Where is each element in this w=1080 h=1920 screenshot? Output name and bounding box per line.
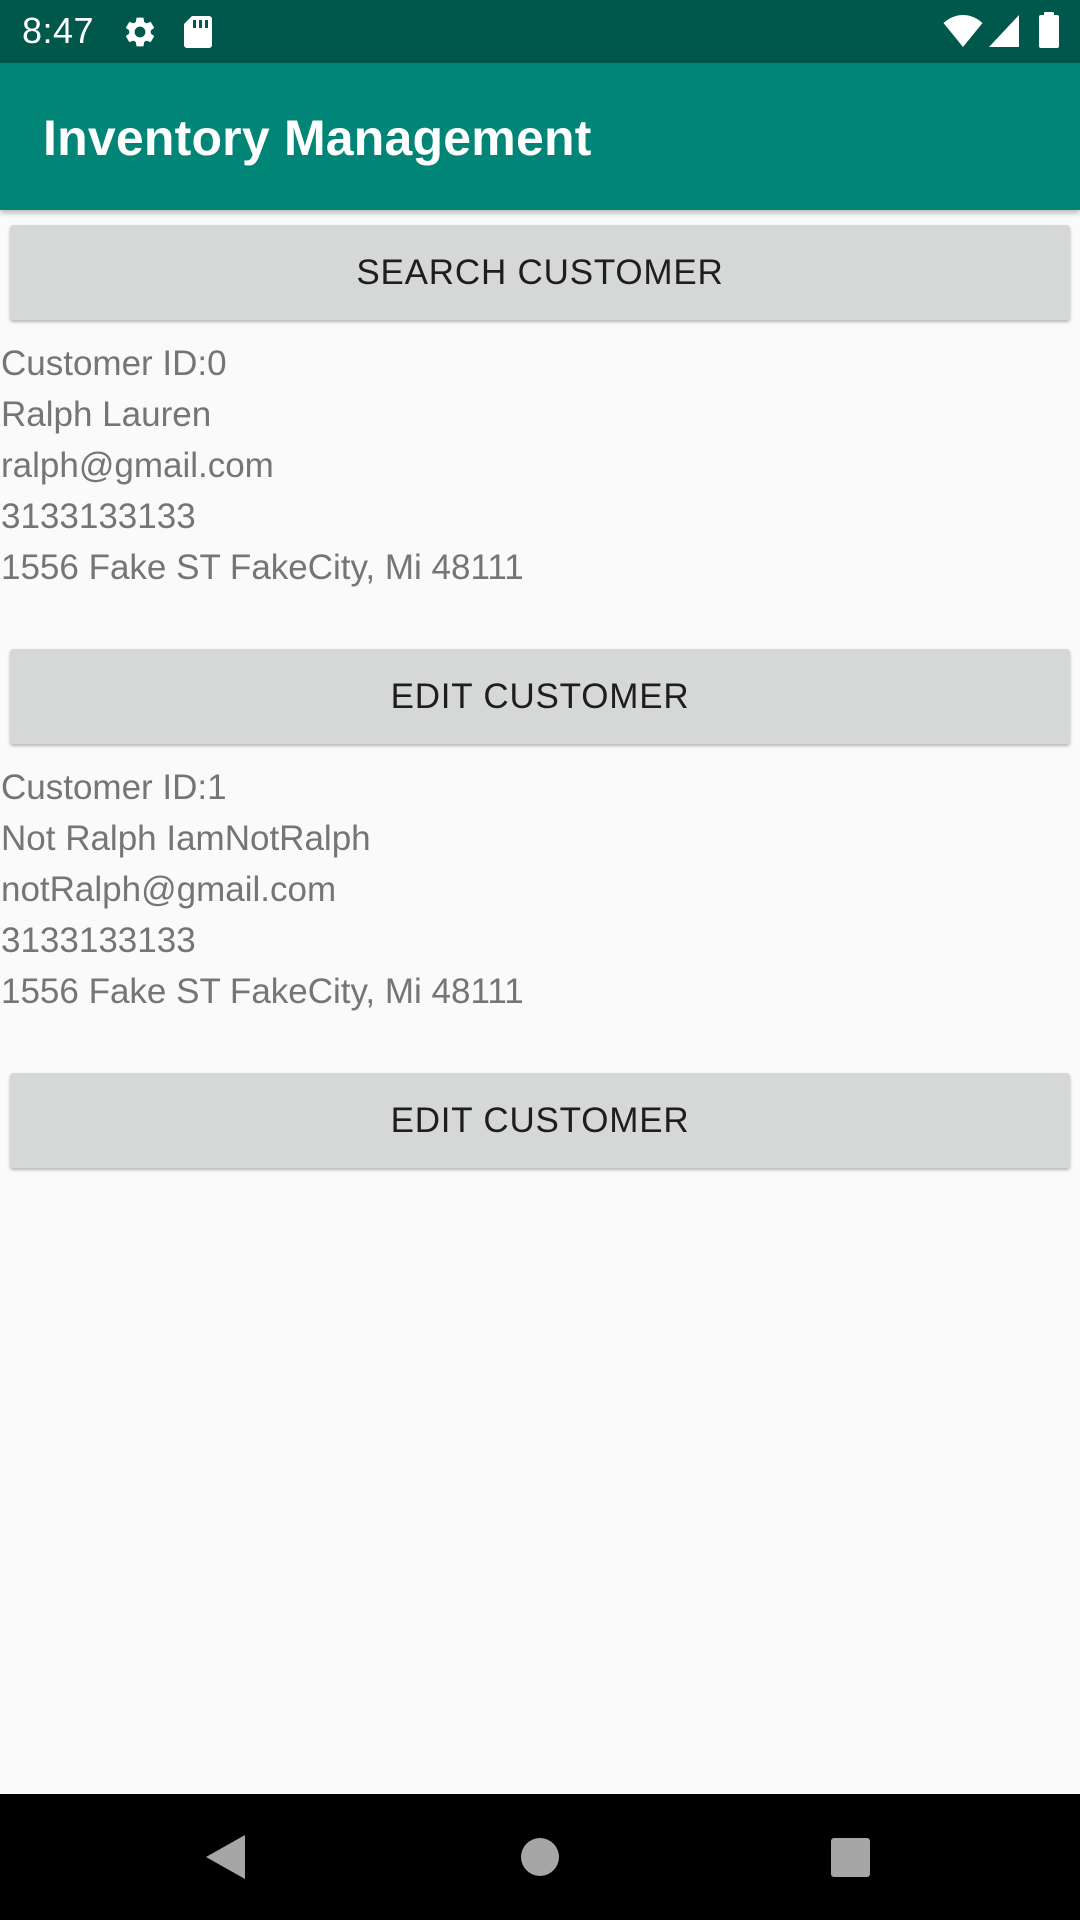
customer-id: Customer ID:0 — [1, 344, 227, 383]
customer-email: notRalph@gmail.com — [1, 870, 337, 909]
edit-customer-button-0[interactable]: EDIT CUSTOMER — [10, 649, 1070, 744]
customer-card-1: Customer ID:1 Not Ralph IamNotRalph notR… — [1, 762, 1071, 1017]
customer-address: 1556 Fake ST FakeCity, Mi 48111 — [1, 548, 524, 587]
edit-customer-button-1[interactable]: EDIT CUSTOMER — [10, 1073, 1070, 1168]
customer-name: Ralph Lauren — [1, 395, 212, 434]
search-customer-button[interactable]: SEARCH CUSTOMER — [10, 225, 1070, 320]
customer-phone: 3133133133 — [1, 921, 196, 960]
app-bar: Inventory Management — [0, 63, 1080, 210]
home-icon[interactable] — [520, 1837, 560, 1877]
sd-card-icon — [184, 16, 212, 48]
status-time: 8:47 — [22, 10, 95, 51]
customer-card-0: Customer ID:0 Ralph Lauren ralph@gmail.c… — [1, 338, 1071, 593]
status-bar: 8:47 — [0, 0, 1080, 63]
navigation-bar — [0, 1794, 1080, 1920]
recents-icon[interactable] — [831, 1838, 870, 1877]
customer-email: ralph@gmail.com — [1, 446, 274, 485]
customer-phone: 3133133133 — [1, 497, 196, 536]
back-icon[interactable] — [204, 1834, 246, 1880]
gear-icon — [125, 17, 155, 47]
battery-icon — [1039, 12, 1059, 48]
wifi-icon — [943, 15, 983, 47]
signal-icon — [989, 15, 1019, 47]
customer-name: Not Ralph IamNotRalph — [1, 819, 371, 858]
customer-address: 1556 Fake ST FakeCity, Mi 48111 — [1, 972, 524, 1011]
app-title: Inventory Management — [43, 110, 592, 166]
customer-id: Customer ID:1 — [1, 768, 227, 807]
